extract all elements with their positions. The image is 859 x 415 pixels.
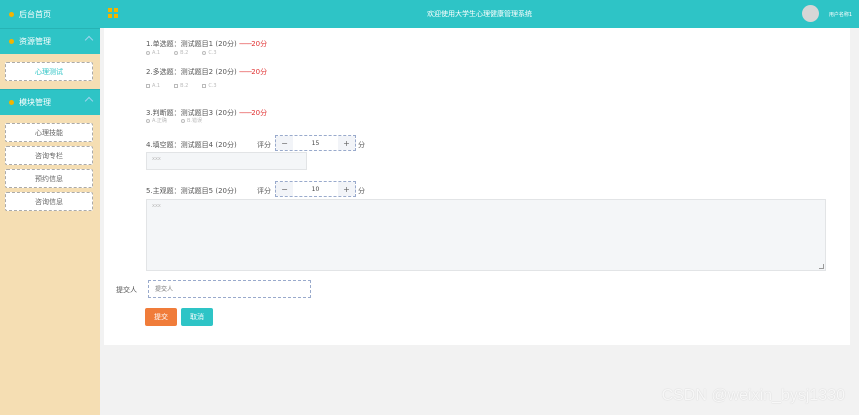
decrement-button[interactable]: − — [276, 182, 293, 196]
question-text: 5.主观题：测试题目5 (20分) — [146, 187, 237, 195]
chevron-up-icon — [84, 35, 94, 45]
increment-button[interactable]: + — [338, 182, 355, 196]
submitter-input[interactable] — [148, 280, 311, 298]
question-text: 3.判断题：测试题目3 (20分) — [146, 109, 237, 117]
cancel-button[interactable]: 取消 — [181, 308, 213, 326]
folder-icon — [9, 39, 14, 44]
submitter-label: 提交人 — [116, 286, 137, 294]
increment-button[interactable]: + — [338, 136, 355, 150]
question-text: 1.单选题：测试题目1 (20分) — [146, 40, 237, 48]
sidebar-group-label: 模块管理 — [19, 98, 51, 107]
user-name[interactable]: 用户名称1 — [829, 11, 852, 18]
top-header: 欢迎使用大学生心理健康管理系统 用户名称1 — [100, 0, 859, 28]
grade-stepper[interactable]: − 15 + — [275, 135, 356, 151]
option-list: A.1 B.2 C.3 — [146, 83, 217, 89]
checkbox-icon — [174, 83, 179, 88]
question-title: 1.单选题：测试题目1 (20分) --------20分 — [146, 39, 267, 49]
question-text: 4.填空题：测试题目4 (20分) — [146, 141, 237, 149]
resize-handle[interactable] — [819, 264, 824, 269]
watermark: CSDN @weixin_bysj1330 — [661, 387, 845, 404]
score-dash: -------- — [238, 68, 252, 76]
sidebar-group-label: 资源管理 — [19, 37, 51, 46]
sidebar-group-modules[interactable]: 模块管理 — [0, 89, 100, 115]
exam-review-panel: 1.单选题：测试题目1 (20分) --------20分 A.1 B.2 C.… — [104, 28, 850, 345]
grade-value[interactable]: 15 — [293, 140, 338, 147]
radio-icon — [146, 118, 150, 123]
option-false[interactable]: B.错误 — [180, 117, 202, 124]
grade-stepper[interactable]: − 10 + — [275, 181, 356, 197]
grade-unit: 分 — [358, 187, 365, 195]
answer-textarea[interactable]: xxx — [146, 199, 826, 271]
answer-box: xxx — [146, 152, 307, 170]
sidebar-home[interactable]: 后台首页 — [0, 0, 100, 28]
folder-icon — [9, 100, 14, 105]
home-icon — [9, 11, 14, 17]
chevron-up-icon — [84, 96, 94, 106]
checkbox-icon — [146, 83, 150, 88]
submit-button[interactable]: 提交 — [145, 308, 177, 326]
page-title: 欢迎使用大学生心理健康管理系统 — [427, 10, 532, 18]
score-dash: -------- — [238, 109, 252, 117]
question-text: 2.多选题：测试题目2 (20分) — [146, 68, 237, 76]
radio-icon — [202, 50, 207, 55]
question-title: 2.多选题：测试题目2 (20分) --------20分 — [146, 67, 267, 77]
option-list: A.1 B.2 C.3 — [146, 50, 217, 56]
radio-icon — [146, 50, 150, 55]
option-b[interactable]: B.2 — [174, 50, 188, 56]
question-score: 20分 — [251, 109, 268, 117]
sidebar-item-consult-column[interactable]: 咨询专栏 — [5, 146, 93, 165]
question-title: 4.填空题：测试题目4 (20分) — [146, 140, 237, 150]
sidebar-home-label: 后台首页 — [19, 9, 51, 19]
grade-label: 评分 — [257, 141, 271, 149]
radio-icon — [174, 50, 179, 55]
answer-text: xxx — [152, 156, 161, 162]
grade-value[interactable]: 10 — [293, 186, 338, 193]
checkbox-icon — [202, 83, 207, 88]
grade-label: 评分 — [257, 187, 271, 195]
decrement-button[interactable]: − — [276, 136, 293, 150]
sidebar: 后台首页 资源管理 心理测试 模块管理 心理技能 咨询专栏 预约信息 咨询信息 — [0, 0, 100, 415]
answer-text: xxx — [152, 203, 161, 209]
question-score: 20分 — [251, 40, 268, 48]
avatar[interactable] — [802, 5, 819, 22]
option-a[interactable]: A.1 — [146, 50, 160, 56]
option-c[interactable]: C.3 — [202, 50, 217, 56]
sidebar-item-consult-info[interactable]: 咨询信息 — [5, 192, 93, 211]
option-c[interactable]: C.3 — [202, 83, 217, 89]
sidebar-item-psych-test[interactable]: 心理测试 — [5, 62, 93, 81]
option-true[interactable]: A.正确 — [146, 117, 167, 124]
sidebar-item-appointments[interactable]: 预约信息 — [5, 169, 93, 188]
sidebar-group-resources[interactable]: 资源管理 — [0, 28, 100, 54]
question-title: 5.主观题：测试题目5 (20分) — [146, 186, 237, 196]
option-b[interactable]: B.2 — [174, 83, 188, 89]
score-dash: -------- — [238, 40, 252, 48]
grade-unit: 分 — [358, 141, 365, 149]
radio-icon — [180, 118, 185, 123]
option-a[interactable]: A.1 — [146, 83, 160, 89]
sidebar-item-psych-skills[interactable]: 心理技能 — [5, 123, 93, 142]
question-score: 20分 — [251, 68, 268, 76]
option-list: A.正确 B.错误 — [146, 117, 202, 124]
